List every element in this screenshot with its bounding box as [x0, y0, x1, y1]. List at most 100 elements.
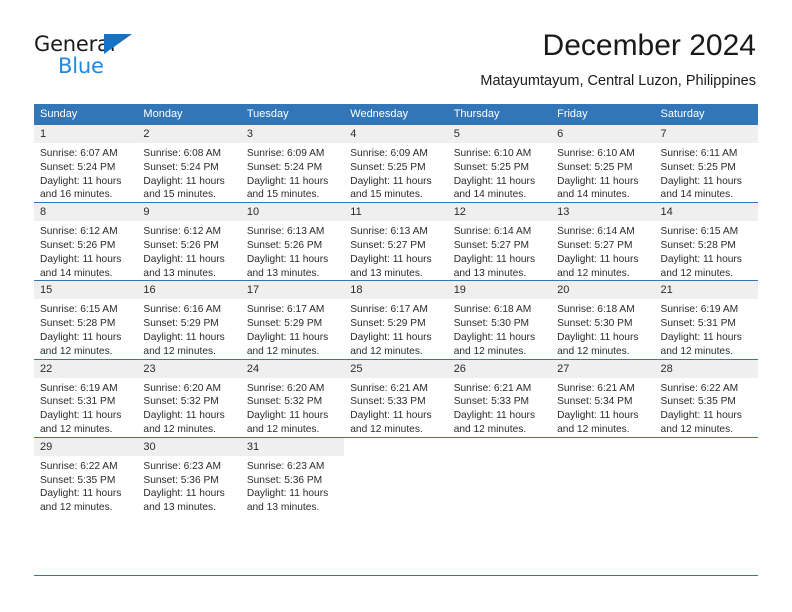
day-detail: Sunrise: 6:18 AM Sunset: 5:30 PM Daylight:… — [551, 299, 654, 358]
calendar-header-row: Sunday Monday Tuesday Wednesday Thursday… — [34, 104, 758, 125]
day-number: 27 — [551, 359, 655, 378]
daylight-line-2: and 12 minutes. — [557, 423, 630, 435]
daylight-line-1: Daylight: 11 hours — [246, 253, 329, 265]
day-number: 17 — [240, 281, 345, 300]
day-number: 30 — [137, 437, 241, 456]
sunset-time: Sunset: 5:27 PM — [557, 239, 633, 251]
calendar-day-cell[interactable]: 14 Sunrise: 6:15 AM Sunset: 5:28 PM Dayligh… — [654, 202, 758, 281]
page-title: December 2024 — [542, 29, 756, 62]
calendar-day-cell[interactable]: 13 Sunrise: 6:14 AM Sunset: 5:27 PM Dayligh… — [551, 202, 655, 281]
calendar-day-cell-empty — [447, 436, 552, 515]
calendar-day-cell[interactable]: 18 Sunrise: 6:17 AM Sunset: 5:29 PM Dayligh… — [344, 280, 448, 360]
day-detail: Sunrise: 6:09 AM Sunset: 5:24 PM Daylight:… — [241, 143, 344, 202]
calendar-day-cell[interactable]: 27 Sunrise: 6:21 AM Sunset: 5:34 PM Dayligh… — [551, 358, 655, 438]
day-detail: Sunrise: 6:17 AM Sunset: 5:29 PM Daylight:… — [344, 299, 447, 358]
sunrise-time: Sunrise: 6:15 AM — [660, 226, 739, 238]
sunset-time: Sunset: 5:32 PM — [143, 396, 219, 408]
calendar-day-cell-empty — [654, 436, 758, 515]
calendar-day-cell[interactable]: 1 Sunrise: 6:07 AM Sunset: 5:24 PM Daylight… — [34, 125, 138, 203]
day-detail: Sunrise: 6:12 AM Sunset: 5:26 PM Daylight:… — [137, 221, 240, 280]
day-detail: Sunrise: 6:10 AM Sunset: 5:25 PM Daylight:… — [448, 143, 551, 202]
calendar-day-cell[interactable]: 16 Sunrise: 6:16 AM Sunset: 5:29 PM Dayligh… — [137, 280, 241, 360]
calendar-day-cell[interactable]: 25 Sunrise: 6:21 AM Sunset: 5:33 PM Dayligh… — [344, 358, 448, 438]
day-number: 23 — [137, 359, 241, 378]
daylight-line-1: Daylight: 11 hours — [660, 253, 742, 265]
calendar-day-cell[interactable]: 30 Sunrise: 6:23 AM Sunset: 5:36 PM Dayligh… — [137, 436, 241, 515]
sunset-time: Sunset: 5:24 PM — [246, 161, 323, 173]
title-block: December 2024 Matayumtayum, Central Luzo… — [480, 28, 756, 90]
daylight-line-1: Daylight: 11 hours — [350, 410, 432, 422]
day-detail: Sunrise: 6:12 AM Sunset: 5:26 PM Daylight:… — [34, 221, 137, 280]
sunrise-time: Sunrise: 6:22 AM — [660, 382, 739, 394]
day-detail: Sunrise: 6:21 AM Sunset: 5:34 PM Daylight:… — [551, 378, 654, 437]
calendar-day-cell[interactable]: 31 Sunrise: 6:23 AM Sunset: 5:36 PM Dayligh… — [240, 436, 345, 515]
sunset-time: Sunset: 5:27 PM — [350, 239, 426, 251]
calendar-day-cell[interactable]: 7 Sunrise: 6:11 AM Sunset: 5:25 PM Daylight… — [654, 125, 758, 203]
sunset-time: Sunset: 5:28 PM — [40, 318, 116, 330]
daylight-line-1: Daylight: 11 hours — [40, 331, 122, 343]
day-detail: Sunrise: 6:16 AM Sunset: 5:29 PM Daylight:… — [137, 299, 240, 358]
daylight-line-2: and 13 minutes. — [350, 267, 423, 279]
day-number: 18 — [344, 281, 448, 300]
daylight-line-1: Daylight: 11 hours — [246, 410, 329, 422]
page-subtitle: Matayumtayum, Central Luzon, Philippines — [480, 73, 756, 89]
day-number: 3 — [240, 125, 345, 143]
calendar-week-row: 29 Sunrise: 6:22 AM Sunset: 5:35 PM Dayligh… — [34, 436, 758, 515]
sunset-time: Sunset: 5:33 PM — [350, 396, 426, 408]
sunset-time: Sunset: 5:35 PM — [40, 474, 116, 486]
day-number: 6 — [551, 125, 655, 143]
day-detail: Sunrise: 6:20 AM Sunset: 5:32 PM Daylight:… — [241, 378, 344, 437]
daylight-line-1: Daylight: 11 hours — [350, 175, 432, 187]
calendar-day-cell[interactable]: 26 Sunrise: 6:21 AM Sunset: 5:33 PM Dayligh… — [447, 358, 552, 438]
calendar-day-cell[interactable]: 2 Sunrise: 6:08 AM Sunset: 5:24 PM Daylight… — [137, 125, 241, 203]
calendar-week-row: 1 Sunrise: 6:07 AM Sunset: 5:24 PM Daylight… — [34, 125, 758, 203]
sunset-time: Sunset: 5:24 PM — [143, 161, 219, 173]
daylight-line-2: and 14 minutes. — [557, 189, 630, 201]
daylight-line-2: and 12 minutes. — [660, 267, 734, 279]
daylight-line-2: and 15 minutes. — [350, 189, 423, 201]
calendar-day-cell[interactable]: 23 Sunrise: 6:20 AM Sunset: 5:32 PM Dayligh… — [137, 358, 241, 438]
daylight-line-2: and 12 minutes. — [453, 345, 527, 357]
day-detail: Sunrise: 6:07 AM Sunset: 5:24 PM Daylight:… — [34, 143, 137, 202]
calendar-day-cell[interactable]: 21 Sunrise: 6:19 AM Sunset: 5:31 PM Dayligh… — [654, 280, 758, 360]
calendar-day-cell[interactable]: 10 Sunrise: 6:13 AM Sunset: 5:26 PM Dayligh… — [240, 202, 345, 281]
calendar-page: General Blue December 2024 Matayumtayum,… — [0, 0, 792, 612]
calendar-day-cell[interactable]: 24 Sunrise: 6:20 AM Sunset: 5:32 PM Dayligh… — [240, 358, 345, 438]
calendar-day-cell[interactable]: 12 Sunrise: 6:14 AM Sunset: 5:27 PM Dayligh… — [447, 202, 552, 281]
calendar-day-cell[interactable]: 6 Sunrise: 6:10 AM Sunset: 5:25 PM Daylight… — [551, 125, 655, 203]
calendar-day-cell[interactable]: 15 Sunrise: 6:15 AM Sunset: 5:28 PM Dayligh… — [34, 280, 138, 360]
calendar-day-cell[interactable]: 4 Sunrise: 6:09 AM Sunset: 5:25 PM Daylight… — [344, 125, 448, 203]
calendar-day-cell[interactable]: 17 Sunrise: 6:17 AM Sunset: 5:29 PM Dayligh… — [240, 280, 345, 360]
calendar-day-cell[interactable]: 11 Sunrise: 6:13 AM Sunset: 5:27 PM Dayligh… — [344, 202, 448, 281]
weekday-header-wednesday: Wednesday — [344, 104, 448, 125]
daylight-line-1: Daylight: 11 hours — [143, 331, 225, 343]
calendar-day-cell[interactable]: 29 Sunrise: 6:22 AM Sunset: 5:35 PM Dayligh… — [34, 436, 138, 515]
day-detail: Sunrise: 6:14 AM Sunset: 5:27 PM Daylight:… — [448, 221, 551, 280]
day-number: 26 — [447, 359, 552, 378]
day-number: 22 — [34, 359, 138, 378]
calendar-day-cell[interactable]: 20 Sunrise: 6:18 AM Sunset: 5:30 PM Dayligh… — [551, 280, 655, 360]
calendar-day-cell[interactable]: 9 Sunrise: 6:12 AM Sunset: 5:26 PM Daylight… — [137, 202, 241, 281]
day-detail: Sunrise: 6:19 AM Sunset: 5:31 PM Daylight:… — [655, 299, 758, 358]
daylight-line-1: Daylight: 11 hours — [40, 175, 122, 187]
sunset-time: Sunset: 5:29 PM — [350, 318, 426, 330]
day-number: 25 — [344, 359, 448, 378]
daylight-line-2: and 12 minutes. — [246, 345, 320, 357]
calendar-day-cell[interactable]: 28 Sunrise: 6:22 AM Sunset: 5:35 PM Dayligh… — [654, 358, 758, 438]
calendar-day-cell-empty — [344, 436, 448, 515]
day-number — [551, 437, 655, 456]
sunrise-time: Sunrise: 6:23 AM — [246, 460, 325, 472]
calendar-day-cell[interactable]: 22 Sunrise: 6:19 AM Sunset: 5:31 PM Dayligh… — [34, 358, 138, 438]
sunrise-time: Sunrise: 6:08 AM — [143, 148, 222, 159]
calendar-day-cell[interactable]: 3 Sunrise: 6:09 AM Sunset: 5:24 PM Daylight… — [240, 125, 345, 203]
day-detail: Sunrise: 6:18 AM Sunset: 5:30 PM Daylight:… — [448, 299, 551, 358]
sunset-time: Sunset: 5:33 PM — [453, 396, 530, 408]
calendar-day-cell[interactable]: 19 Sunrise: 6:18 AM Sunset: 5:30 PM Dayligh… — [447, 280, 552, 360]
calendar-day-cell[interactable]: 8 Sunrise: 6:12 AM Sunset: 5:26 PM Daylight… — [34, 202, 138, 281]
generalblue-logo[interactable]: General Blue — [34, 32, 174, 80]
daylight-line-1: Daylight: 11 hours — [350, 331, 432, 343]
sunrise-time: Sunrise: 6:17 AM — [246, 304, 325, 316]
calendar-bottom-rule — [34, 575, 758, 576]
day-detail: Sunrise: 6:13 AM Sunset: 5:27 PM Daylight:… — [344, 221, 447, 280]
calendar-day-cell[interactable]: 5 Sunrise: 6:10 AM Sunset: 5:25 PM Daylight… — [447, 125, 552, 203]
